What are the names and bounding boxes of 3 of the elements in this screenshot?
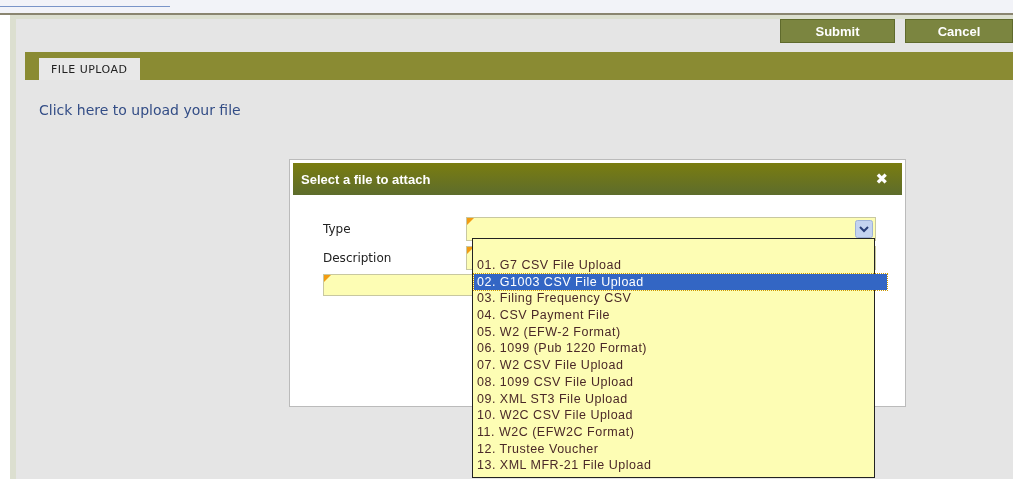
field-label: Description [323,250,393,265]
field-label: Type [323,221,352,236]
dialog-title: Select a file to attach [301,171,431,187]
